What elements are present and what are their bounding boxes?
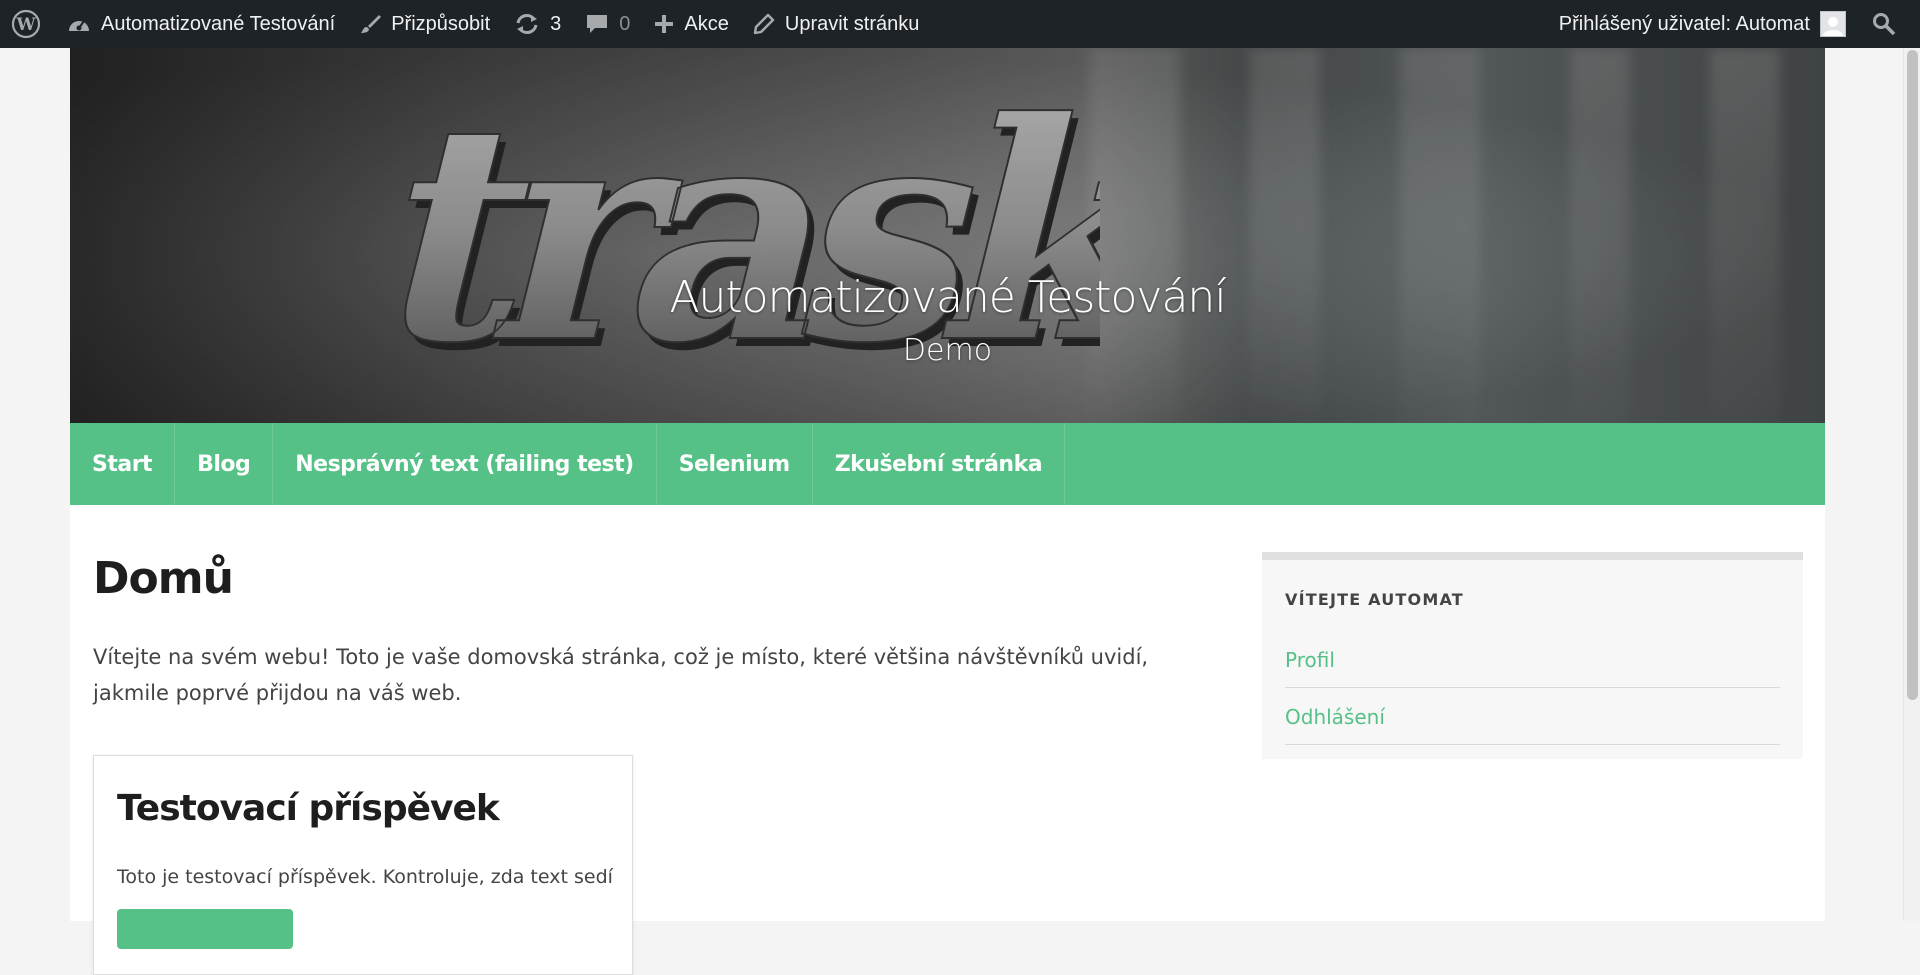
site-header: trask trask Automatizované Testování Dem…	[70, 48, 1825, 423]
plus-icon	[654, 14, 674, 34]
nav-item-blog[interactable]: Blog	[175, 423, 274, 505]
new-content-menu[interactable]: Akce	[642, 0, 740, 48]
customize-menu[interactable]: Přizpůsobit	[347, 0, 502, 48]
page-intro-text: Vítejte na svém webu! Toto je vaše domov…	[93, 645, 1149, 705]
page-scrollbar[interactable]	[1903, 48, 1920, 921]
comments-count: 0	[619, 12, 631, 35]
nav-item-sample-page[interactable]: Zkušební stránka	[813, 423, 1066, 505]
dashboard-icon	[67, 13, 91, 35]
new-content-label: Akce	[684, 12, 729, 35]
nav-item-start[interactable]: Start	[70, 423, 176, 505]
search-menu[interactable]	[1862, 0, 1920, 48]
updates-icon	[514, 13, 540, 35]
pencil-icon	[753, 13, 775, 35]
site-description: Demo	[902, 333, 993, 368]
site-name-menu[interactable]: Automatizované Testování	[53, 0, 347, 48]
comments-menu[interactable]: 0	[573, 0, 642, 48]
customize-label: Přizpůsobit	[391, 12, 491, 35]
brush-icon	[359, 13, 382, 35]
wordpress-logo-icon[interactable]: W	[0, 0, 53, 48]
search-icon	[1872, 12, 1896, 36]
comment-icon	[585, 13, 609, 35]
main-navigation: Start Blog Nesprávný text (failing test)…	[70, 423, 1825, 505]
site-name-label: Automatizované Testování	[101, 12, 336, 35]
welcome-widget: VÍTEJTE AUTOMAT Profil Odhlášení	[1262, 552, 1803, 759]
my-account-menu[interactable]: Přihlášený uživatel: Automat	[1547, 0, 1862, 48]
post-title[interactable]: Testovací příspěvek	[117, 788, 500, 829]
avatar	[1820, 11, 1846, 37]
scrollbar-thumb[interactable]	[1907, 50, 1918, 700]
read-more-button[interactable]	[117, 909, 293, 949]
site-title[interactable]: Automatizované Testování	[70, 272, 1825, 323]
logout-link[interactable]: Odhlášení	[1285, 689, 1780, 745]
nav-item-selenium[interactable]: Selenium	[657, 423, 813, 505]
widget-title: VÍTEJTE AUTOMAT	[1285, 590, 1464, 609]
edit-page-menu[interactable]: Upravit stránku	[741, 0, 932, 48]
page-title: Domů	[93, 553, 234, 604]
admin-bar: W Automatizované Testování Přizpůsobit 3…	[0, 0, 1920, 48]
updates-menu[interactable]: 3	[502, 0, 573, 48]
post-excerpt: Toto je testovací příspěvek. Kontroluje,…	[117, 866, 613, 888]
svg-text:W: W	[15, 15, 36, 35]
nav-item-failing-test[interactable]: Nesprávný text (failing test)	[273, 423, 657, 505]
profile-link[interactable]: Profil	[1285, 632, 1780, 688]
updates-count: 3	[550, 12, 562, 35]
edit-page-label: Upravit stránku	[784, 12, 920, 35]
post-card: Testovací příspěvek Toto je testovací př…	[93, 755, 633, 975]
account-label: Přihlášený uživatel: Automat	[1558, 12, 1810, 35]
